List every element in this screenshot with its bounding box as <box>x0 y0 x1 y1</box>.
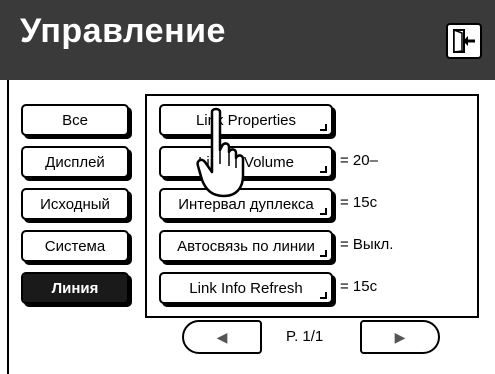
link-info-refresh-button[interactable]: Link Info Refresh <box>159 272 333 304</box>
corner-mark-icon <box>320 208 327 215</box>
exit-button[interactable] <box>446 23 482 59</box>
page-title: Управление <box>20 12 226 50</box>
item-label: Автосвязь по линии <box>177 237 315 255</box>
item-label: Link Info Refresh <box>189 279 303 297</box>
link-volume-value: = 20– <box>340 152 378 169</box>
triangle-right-icon: ▶ <box>394 328 406 345</box>
link-info-refresh-value: = 15c <box>340 278 378 295</box>
category-system-button[interactable]: Система <box>21 230 129 262</box>
left-border <box>7 80 9 374</box>
pointing-hand-icon <box>196 107 245 198</box>
previous-page-button[interactable]: ◀ <box>182 320 262 354</box>
next-page-button[interactable]: ▶ <box>360 320 440 354</box>
item-label: Интервал дуплекса <box>178 195 314 213</box>
corner-mark-icon <box>320 292 327 299</box>
corner-mark-icon <box>320 124 327 131</box>
corner-mark-icon <box>320 250 327 257</box>
category-line-button[interactable]: Линия <box>21 272 129 304</box>
pagination: ◀ P. 1/1 ▶ <box>182 320 442 356</box>
category-all-button[interactable]: Все <box>21 104 129 136</box>
header-bar: Управление <box>0 0 495 80</box>
triangle-left-icon: ◀ <box>216 328 228 345</box>
auto-link-button[interactable]: Автосвязь по линии <box>159 230 333 262</box>
category-display-button[interactable]: Дисплей <box>21 146 129 178</box>
corner-mark-icon <box>320 166 327 173</box>
auto-link-value: = Выкл. <box>340 236 394 253</box>
category-source-button[interactable]: Исходный <box>21 188 129 220</box>
exit-door-icon <box>453 28 475 53</box>
page-indicator: P. 1/1 <box>286 328 324 345</box>
duplex-interval-value: = 15c <box>340 194 378 211</box>
